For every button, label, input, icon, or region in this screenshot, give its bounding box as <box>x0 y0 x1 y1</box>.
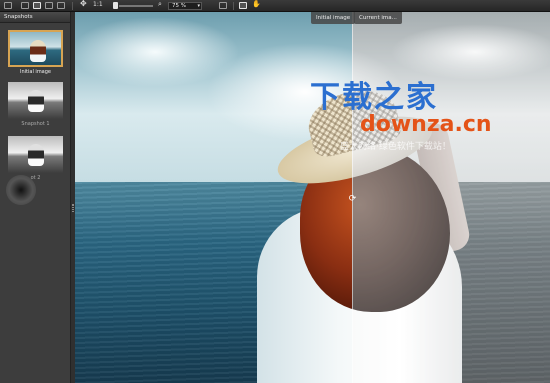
snapshot-label: Initial image <box>20 69 51 75</box>
hand-icon[interactable]: ✋ <box>252 0 261 8</box>
image-canvas[interactable]: Initial image Current ima... ⟳ 下载之家 down… <box>75 12 550 383</box>
snapshots-title: Snapshots <box>0 12 70 23</box>
single-view-icon[interactable] <box>33 2 41 9</box>
open-icon[interactable] <box>21 2 29 9</box>
toolbar-separator <box>72 2 73 10</box>
split-view-icon[interactable] <box>45 2 53 9</box>
zoom-slider-thumb[interactable] <box>113 2 118 9</box>
zoom-select[interactable]: 75 % ▾ <box>168 2 202 10</box>
toolbar-separator <box>233 2 234 10</box>
snapshot-thumbnail[interactable] <box>8 82 63 119</box>
compare-view-icon[interactable] <box>57 2 65 9</box>
toolbar: ✥ 1:1 ⌕ 75 % ▾ ✋ <box>0 0 550 12</box>
snapshot-item[interactable]: Snapshot 1 <box>8 82 63 127</box>
splitter-grip-icon[interactable] <box>72 204 74 212</box>
watermark-slogan: 盛大网络·绿色软件下载站！ <box>340 142 451 152</box>
snapshots-panel: Snapshots Initial image Snapshot 1 ot 2 <box>0 12 70 383</box>
move-icon[interactable]: ✥ <box>80 0 87 8</box>
watermark: 下载之家 downza.cn 盛大网络·绿色软件下载站！ <box>310 72 550 172</box>
chevron-down-icon: ▾ <box>197 3 200 9</box>
swap-icon[interactable]: ⟳ <box>347 194 358 205</box>
watermark-url: downza.cn <box>360 112 492 137</box>
pointer-icon[interactable] <box>239 2 247 9</box>
ratio-button[interactable]: 1:1 <box>93 1 103 8</box>
drag-cursor-shadow <box>6 175 36 205</box>
snapshot-thumbnail[interactable] <box>8 136 63 173</box>
current-image-tag: Current ima... <box>354 12 402 24</box>
zoom-value: 75 % <box>172 3 186 9</box>
snapshot-thumbnail[interactable] <box>8 30 63 67</box>
initial-image-tag: Initial image <box>311 12 356 24</box>
watermark-logo: 下载之家 <box>310 80 438 115</box>
zoom-slider[interactable] <box>119 5 153 7</box>
current-image-half <box>352 12 550 383</box>
snapshot-item[interactable]: Initial image <box>8 30 63 75</box>
histogram-icon[interactable] <box>219 2 227 9</box>
zoom-search-icon: ⌕ <box>158 0 162 8</box>
snapshot-item[interactable]: ot 2 <box>8 136 63 181</box>
toolbar-icon-1[interactable] <box>4 2 12 9</box>
snapshot-label: Snapshot 1 <box>21 121 50 127</box>
